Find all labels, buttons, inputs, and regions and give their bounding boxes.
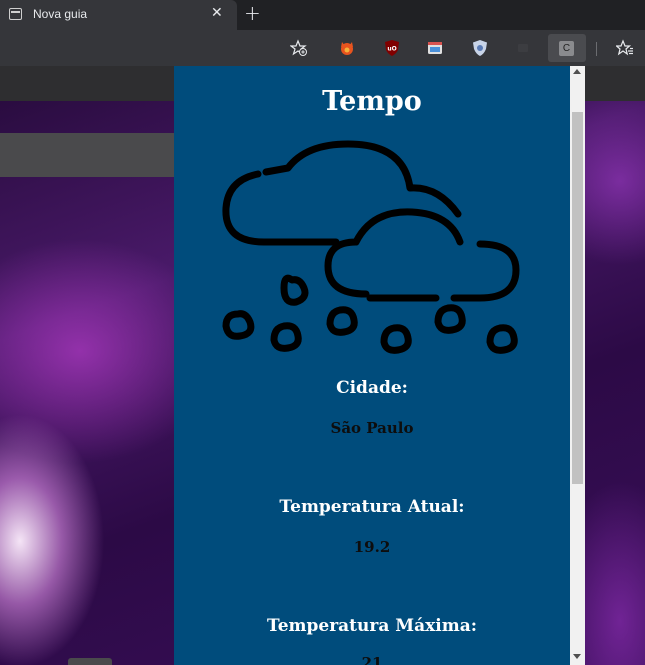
tab-nova-guia[interactable]: Nova guia ✕: [0, 0, 237, 30]
ublock-origin-icon[interactable]: uO: [383, 39, 401, 57]
browser-toolbar: uO C: [0, 30, 645, 66]
hidden-extension-icon[interactable]: [514, 39, 532, 57]
city-label: Cidade:: [336, 378, 408, 398]
page-bottom-handle[interactable]: [68, 658, 112, 665]
window-extension-icon[interactable]: [426, 39, 444, 57]
scrollbar-thumb[interactable]: [572, 112, 583, 484]
add-favorite-icon[interactable]: [290, 39, 308, 57]
fox-extension-icon[interactable]: [338, 39, 356, 57]
city-value: São Paulo: [330, 419, 414, 437]
scroll-up-arrow-icon[interactable]: [573, 69, 581, 74]
rain-cloud-icon: [222, 140, 520, 354]
tab-strip: Nova guia ✕ +: [0, 0, 645, 30]
new-tab-page-icon: [9, 8, 22, 20]
weather-extension-popup: Tempo Cidade: São Paulo Temperatura Atua…: [174, 66, 585, 665]
max-temperature-label: Temperatura Máxima:: [267, 616, 477, 636]
weather-title: Tempo: [322, 86, 422, 117]
popup-scrollbar[interactable]: [570, 66, 585, 665]
tab-close-button[interactable]: ✕: [211, 5, 223, 21]
toolbar-separator: [596, 42, 597, 56]
svg-text:uO: uO: [387, 46, 396, 53]
scroll-down-arrow-icon[interactable]: [573, 654, 581, 659]
new-tab-button[interactable]: +: [244, 1, 261, 25]
shield-extension-icon[interactable]: [471, 39, 489, 57]
favorites-icon[interactable]: [616, 39, 634, 57]
current-temperature-value: 19.2: [353, 538, 391, 556]
max-temperature-value: 21: [361, 654, 383, 665]
current-temperature-label: Temperatura Atual:: [279, 497, 465, 517]
tab-title: Nova guia: [33, 7, 88, 21]
weather-panel: Tempo Cidade: São Paulo Temperatura Atua…: [174, 66, 570, 665]
extension-c-icon[interactable]: C: [559, 41, 574, 56]
page-search-bar[interactable]: [0, 133, 175, 177]
